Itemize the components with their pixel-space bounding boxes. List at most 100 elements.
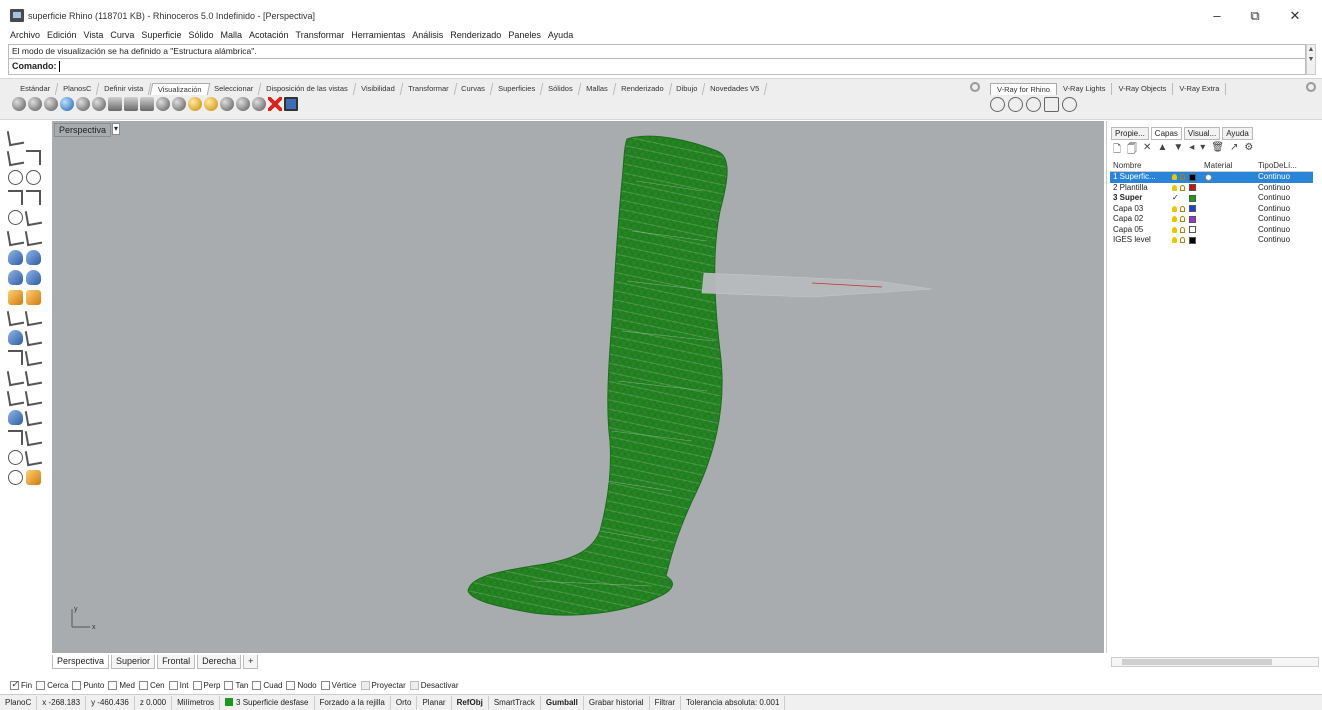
layer-material[interactable] xyxy=(1204,204,1256,215)
osnap-option[interactable]: Med xyxy=(108,680,135,690)
tab-novedades-v5[interactable]: Novedades V5 xyxy=(703,83,768,95)
new-sublayer-icon[interactable]: 🗍 xyxy=(1127,142,1137,159)
menu-edicion[interactable]: Edición xyxy=(47,28,77,42)
layer-row[interactable]: Capa 05 Continuo xyxy=(1110,225,1313,236)
monitor-icon[interactable] xyxy=(284,97,298,111)
copy-icon[interactable] xyxy=(24,308,43,327)
check-icon[interactable] xyxy=(24,448,43,467)
ghosted-mode-icon[interactable] xyxy=(60,97,74,111)
checkbox[interactable] xyxy=(252,680,262,690)
layer-color-swatch[interactable] xyxy=(1189,194,1196,202)
xray-mode-icon[interactable] xyxy=(76,97,90,111)
surface-icon[interactable] xyxy=(8,250,23,265)
tab-disposicion-vistas[interactable]: Disposición de las vistas xyxy=(259,83,357,95)
maximize-button[interactable]: ⧉ xyxy=(1240,6,1270,26)
lock-icon[interactable] xyxy=(1180,184,1185,191)
osnap-option[interactable]: Nodo xyxy=(286,680,317,690)
line-icon[interactable] xyxy=(26,150,41,165)
minimize-button[interactable]: – xyxy=(1202,6,1232,26)
offset-icon[interactable] xyxy=(6,228,25,247)
layer-row[interactable]: 1 Superfic... Continuo xyxy=(1110,172,1313,183)
status-gumball[interactable]: Gumball xyxy=(541,695,584,710)
light-icon[interactable] xyxy=(204,97,218,111)
move-icon[interactable] xyxy=(6,308,25,327)
sun-icon[interactable] xyxy=(220,97,234,111)
status-planar[interactable]: Planar xyxy=(417,695,452,710)
split-icon[interactable] xyxy=(24,368,43,387)
layer-row[interactable]: 3 Super ✓ Continuo xyxy=(1110,193,1313,204)
command-scrollbar[interactable]: ▲ ▼ xyxy=(1306,44,1316,75)
sphere-icon[interactable] xyxy=(26,270,41,285)
layer-linetype[interactable]: Continuo xyxy=(1256,172,1313,183)
vray-gear-icon[interactable] xyxy=(1306,82,1316,92)
lock-icon[interactable] xyxy=(1180,216,1185,222)
layer-name[interactable]: 2 Plantilla xyxy=(1110,183,1158,194)
analyze-icon[interactable] xyxy=(24,428,43,447)
osnap-option[interactable]: Perp xyxy=(192,680,220,690)
delete-layer-icon[interactable]: ✕ xyxy=(1143,142,1151,159)
dimension-icon[interactable] xyxy=(24,408,43,427)
tab-derecha[interactable]: Derecha xyxy=(197,655,242,669)
tab-vray-extra[interactable]: V-Ray Extra xyxy=(1173,83,1227,95)
status-ortho[interactable]: Orto xyxy=(391,695,418,710)
lightbulb-icon[interactable] xyxy=(1172,237,1177,243)
loft-icon[interactable] xyxy=(26,250,41,265)
shaded-mode-icon[interactable] xyxy=(28,97,42,111)
wireframe-mode-icon[interactable] xyxy=(12,97,26,111)
lightbulb-icon[interactable] xyxy=(1172,226,1177,233)
fillet-icon[interactable] xyxy=(24,208,43,227)
layer-linetype[interactable]: Continuo xyxy=(1256,235,1313,246)
tab-frontal[interactable]: Frontal xyxy=(157,655,196,669)
menu-superficie[interactable]: Superficie xyxy=(141,28,181,42)
vray-material-icon[interactable] xyxy=(1026,97,1041,112)
layer-linetype[interactable]: Continuo xyxy=(1256,204,1313,215)
layer-name[interactable]: IGES level xyxy=(1110,235,1158,246)
artistic-mode-icon[interactable] xyxy=(108,97,122,111)
tab-visibilidad[interactable]: Visibilidad xyxy=(353,83,404,95)
tab-transformar[interactable]: Transformar xyxy=(400,83,457,95)
rectangle-icon[interactable] xyxy=(26,190,41,205)
osnap-option[interactable]: Vértice xyxy=(320,680,357,690)
lock-icon[interactable] xyxy=(1180,205,1185,212)
ellipse-icon[interactable] xyxy=(26,170,41,185)
status-osnap[interactable]: RefObj xyxy=(452,695,489,710)
osnap-option[interactable]: Tan xyxy=(224,680,248,690)
checkbox[interactable] xyxy=(72,680,82,690)
render-icon[interactable] xyxy=(8,470,23,485)
menu-vista[interactable]: Vista xyxy=(84,28,104,42)
status-smarttrack[interactable]: SmartTrack xyxy=(489,695,541,710)
layer-color-swatch[interactable] xyxy=(1189,215,1196,223)
tab-estandar[interactable]: Estándar xyxy=(12,83,59,95)
osnap-option[interactable]: Fin xyxy=(10,679,32,690)
osnap-option[interactable]: Int xyxy=(168,680,189,690)
move-up-icon[interactable]: ▲ xyxy=(1157,142,1167,159)
status-grid-snap[interactable]: Forzado a la rejilla xyxy=(315,695,391,710)
tab-vray-lights[interactable]: V-Ray Lights xyxy=(1057,83,1113,95)
tab-mallas[interactable]: Mallas xyxy=(578,83,616,95)
checkbox[interactable] xyxy=(224,680,234,690)
render-preview-icon[interactable] xyxy=(188,97,202,111)
lightbulb-icon[interactable] xyxy=(1172,184,1177,191)
vray-frame-buffer-icon[interactable] xyxy=(1044,97,1059,112)
trim-icon[interactable] xyxy=(6,368,25,387)
tab-visualizacion[interactable]: Visualización xyxy=(149,83,210,95)
layer-name[interactable]: Capa 02 xyxy=(1110,214,1158,225)
status-cplane[interactable]: PlanoC xyxy=(0,695,38,710)
circle-icon[interactable] xyxy=(8,170,23,185)
rotate-icon[interactable] xyxy=(8,330,23,345)
move-out-icon[interactable]: ◂ xyxy=(1189,142,1194,159)
status-layer[interactable]: 3 Superficie desfase xyxy=(220,695,315,710)
lock-icon[interactable] xyxy=(1180,174,1185,180)
menu-malla[interactable]: Malla xyxy=(220,28,242,42)
tab-ayuda-panel[interactable]: Ayuda xyxy=(1222,127,1253,140)
layer-color-swatch[interactable] xyxy=(1189,236,1196,244)
command-line[interactable]: Comando: xyxy=(8,58,1306,75)
reference-plane[interactable] xyxy=(701,272,933,298)
leg-model[interactable] xyxy=(467,135,728,616)
layer-material[interactable] xyxy=(1204,183,1256,194)
tab-superficies[interactable]: Superficies xyxy=(490,83,544,95)
lock-icon[interactable] xyxy=(1180,226,1185,233)
rendered-mode-icon[interactable] xyxy=(44,97,58,111)
layer-linetype[interactable]: Continuo xyxy=(1256,183,1313,194)
tab-renderizado[interactable]: Renderizado xyxy=(613,83,672,95)
